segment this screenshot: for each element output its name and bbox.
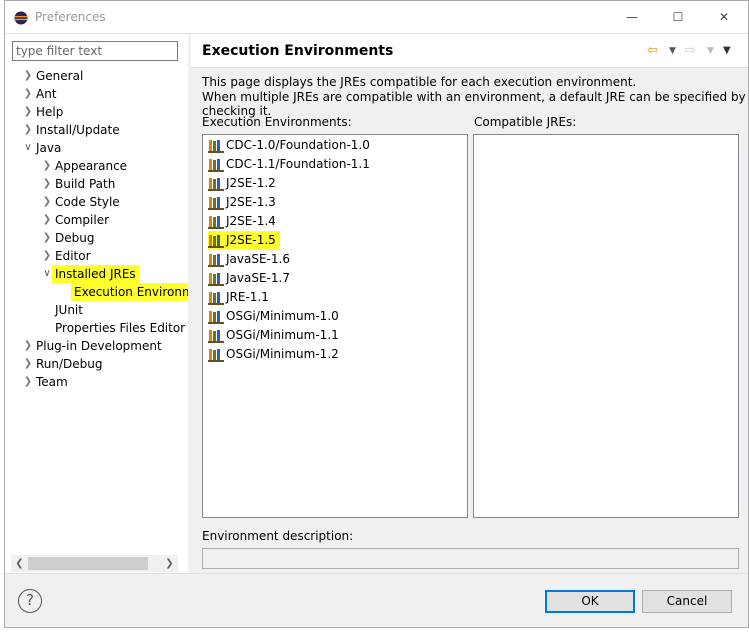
tree-item-label: Editor (55, 249, 91, 263)
environment-label: J2SE-1.3 (226, 195, 276, 209)
environment-description-field (202, 548, 739, 569)
eclipse-icon (14, 11, 28, 25)
chevron-right-icon[interactable]: ❯ (41, 247, 53, 265)
tree-item-label: Install/Update (36, 123, 120, 137)
environment-label: OSGi/Minimum-1.0 (226, 309, 339, 323)
chevron-down-icon[interactable]: ∨ (22, 139, 34, 157)
tree-item-label: Java (36, 141, 62, 155)
chevron-right-icon[interactable]: ❯ (22, 85, 34, 103)
environment-label: JavaSE-1.6 (226, 252, 290, 266)
compatible-jres-label: Compatible JREs: (474, 115, 577, 129)
environment-label: OSGi/Minimum-1.1 (226, 328, 339, 342)
tree-item-label: Code Style (55, 195, 120, 209)
preferences-tree-panel: ❯ General ❯ Ant ❯ Help ❯ Install/Update … (5, 34, 188, 573)
jre-library-icon (208, 273, 224, 286)
scroll-right-icon[interactable]: ❯ (161, 555, 178, 572)
tree-item-label: Run/Debug (36, 357, 103, 371)
scrollbar-thumb[interactable] (28, 557, 148, 570)
chevron-right-icon[interactable]: ❯ (41, 229, 53, 247)
tree-item-label: Properties Files Editor (55, 321, 186, 335)
jre-library-icon (208, 159, 224, 172)
tree-item-label: Build Path (55, 177, 116, 191)
ok-button[interactable]: OK (545, 590, 635, 613)
jre-library-icon (208, 216, 224, 229)
dialog-button-bar: ? OK Cancel (5, 573, 748, 627)
tree-item-label: Debug (55, 231, 95, 245)
environment-label: JRE-1.1 (226, 290, 269, 304)
jre-library-icon (208, 197, 224, 210)
execution-environments-list[interactable]: CDC-1.0/Foundation-1.0 CDC-1.1/Foundatio… (202, 134, 468, 518)
tree-item-label: Ant (36, 87, 57, 101)
jre-library-icon (208, 140, 224, 153)
window-title: Preferences (35, 10, 106, 24)
jre-library-icon (208, 330, 224, 343)
preferences-tree: ❯ General ❯ Ant ❯ Help ❯ Install/Update … (5, 65, 188, 555)
chevron-right-icon[interactable]: ❯ (41, 211, 53, 229)
jre-library-icon (208, 235, 224, 248)
jre-library-icon (208, 254, 224, 267)
tree-item-label: Appearance (55, 159, 128, 173)
forward-dropdown-icon[interactable]: ▼ (707, 42, 714, 60)
back-dropdown-icon[interactable]: ▼ (669, 42, 676, 60)
tree-item-label: Plug-in Development (36, 339, 162, 353)
chevron-right-icon[interactable]: ❯ (22, 103, 34, 121)
close-icon[interactable]: ✕ (701, 1, 747, 34)
jre-library-icon (208, 349, 224, 362)
page-title: Execution Environments (202, 43, 394, 59)
page-description: When multiple JREs are compatible with a… (202, 90, 746, 118)
jre-library-icon (208, 292, 224, 305)
chevron-right-icon[interactable]: ❯ (41, 175, 53, 193)
environment-label: J2SE-1.5 (226, 233, 276, 247)
tree-item-label: General (36, 69, 84, 83)
tree-item-label: JUnit (55, 303, 83, 317)
minimize-icon[interactable]: — (609, 1, 655, 34)
list-item-highlighted[interactable]: J2SE-1.5 (208, 231, 280, 250)
environment-label: J2SE-1.2 (226, 176, 276, 190)
chevron-right-icon[interactable]: ❯ (41, 157, 53, 175)
forward-arrow-icon[interactable]: ⇨ (685, 42, 696, 60)
jre-library-icon (208, 311, 224, 324)
chevron-right-icon[interactable]: ❯ (41, 193, 53, 211)
compatible-jres-list[interactable] (473, 134, 739, 518)
tree-item-label: Compiler (55, 213, 110, 227)
help-icon[interactable]: ? (18, 589, 42, 613)
chevron-right-icon[interactable]: ❯ (22, 373, 34, 391)
execution-environments-label: Execution Environments: (202, 115, 352, 129)
page-description: This page displays the JREs compatible f… (202, 75, 637, 89)
cancel-button[interactable]: Cancel (642, 590, 732, 613)
preference-page: Execution Environments ⇦ ▼ ⇨ ▼ ▼ This pa… (191, 34, 748, 573)
chevron-right-icon[interactable]: ❯ (22, 355, 34, 373)
scroll-left-icon[interactable]: ❮ (11, 555, 28, 572)
tree-item-label: Installed JREs (52, 265, 139, 283)
back-arrow-icon[interactable]: ⇦ (647, 42, 658, 60)
view-menu-icon[interactable]: ▼ (723, 42, 731, 60)
tree-item-label: Execution Environm (71, 283, 188, 301)
chevron-right-icon[interactable]: ❯ (22, 121, 34, 139)
environment-label: CDC-1.0/Foundation-1.0 (226, 138, 370, 152)
chevron-right-icon[interactable]: ❯ (22, 67, 34, 85)
maximize-icon[interactable]: ☐ (655, 1, 701, 34)
tree-item-label: Team (36, 375, 68, 389)
jre-library-icon (208, 178, 224, 191)
preferences-dialog: Preferences — ☐ ✕ ❯ General ❯ Ant ❯ Help… (4, 0, 749, 628)
environment-description-label: Environment description: (202, 529, 354, 543)
title-bar: Preferences — ☐ ✕ (5, 1, 748, 34)
page-header: Execution Environments ⇦ ▼ ⇨ ▼ ▼ (191, 34, 748, 68)
tree-horizontal-scrollbar[interactable]: ❮ ❯ (11, 555, 178, 572)
environment-label: OSGi/Minimum-1.2 (226, 347, 339, 361)
environment-label: CDC-1.1/Foundation-1.1 (226, 157, 370, 171)
environment-label: JavaSE-1.7 (226, 271, 290, 285)
tree-item-label: Help (36, 105, 64, 119)
filter-input[interactable] (12, 41, 178, 61)
environment-label: J2SE-1.4 (226, 214, 276, 228)
chevron-right-icon[interactable]: ❯ (22, 337, 34, 355)
